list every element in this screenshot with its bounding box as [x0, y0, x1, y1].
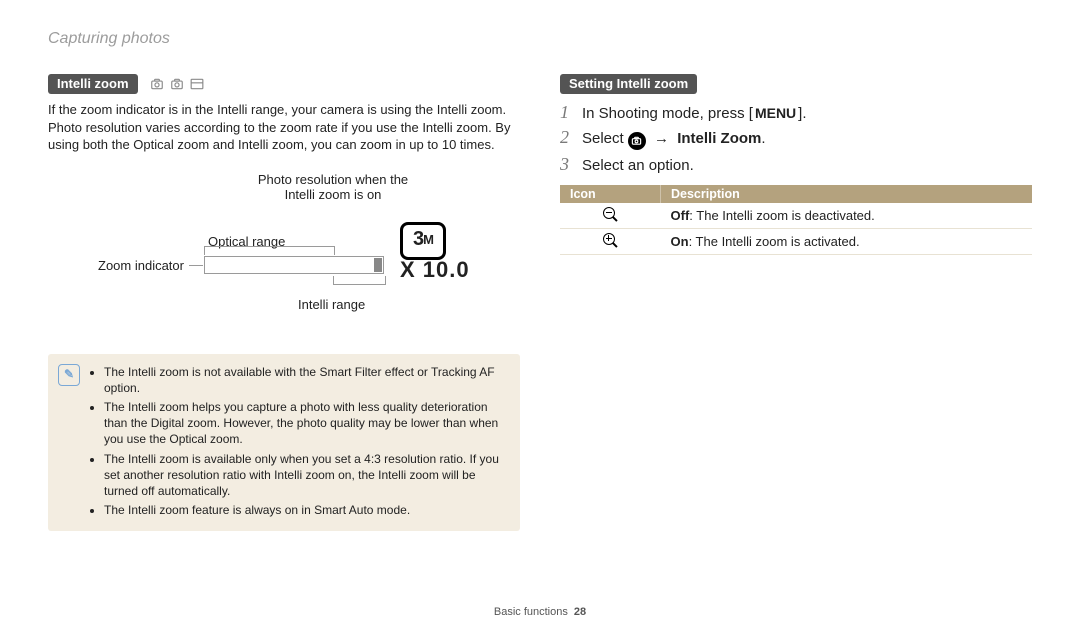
- step-number: 3: [560, 154, 582, 175]
- mode-icons: [150, 77, 204, 96]
- zoom-indicator-diagram: Photo resolution when the Intelli zoom i…: [48, 172, 520, 342]
- manual-page: Capturing photos Intelli zoom If: [0, 0, 1080, 630]
- step-3: 3 Select an option.: [560, 154, 1032, 175]
- camera-menu-icon: [628, 132, 646, 150]
- page-number: 28: [574, 606, 586, 618]
- zoom-indicator-label: Zoom indicator: [98, 258, 184, 273]
- zoom-bar-fill: [374, 258, 382, 272]
- left-column: Intelli zoom If the zoom indicator is in…: [48, 74, 520, 531]
- note-badge-icon: ✎: [58, 364, 80, 386]
- table-row: On: The Intelli zoom is activated.: [560, 228, 1032, 254]
- step-number: 1: [560, 102, 582, 123]
- zoom-bar: [204, 256, 384, 274]
- note-item: The Intelli zoom is available only when …: [104, 451, 508, 500]
- breadcrumb: Capturing photos: [48, 30, 1032, 48]
- option-icon-on: [560, 228, 661, 254]
- note-box: ✎ The Intelli zoom is not available with…: [48, 354, 520, 532]
- two-column-layout: Intelli zoom If the zoom indicator is in…: [48, 74, 1032, 531]
- option-icon-off: [560, 203, 661, 229]
- steps-list: 1 In Shooting mode, press [MENU]. 2 Sele…: [560, 102, 1032, 175]
- step-2: 2 Select → Intelli Zoom.: [560, 127, 1032, 150]
- menu-button-label: MENU: [753, 105, 798, 121]
- note-item: The Intelli zoom feature is always on in…: [104, 502, 508, 518]
- step-3-text: Select an option.: [582, 157, 694, 174]
- page-footer: Basic functions 28: [0, 606, 1080, 618]
- magnifier-off-icon: [603, 207, 617, 221]
- section-header-row: Intelli zoom: [48, 74, 520, 98]
- resolution-badge-3m: 3M: [400, 222, 446, 260]
- photo-resolution-label: Photo resolution when the Intelli zoom i…: [248, 172, 418, 203]
- table-row: Off: The Intelli zoom is deactivated.: [560, 203, 1032, 229]
- camera-mode-icon: [150, 77, 164, 96]
- note-icon: ✎: [58, 364, 82, 522]
- step-number: 2: [560, 127, 582, 148]
- step-1-text: In Shooting mode, press [MENU].: [582, 105, 807, 122]
- step-1: 1 In Shooting mode, press [MENU].: [560, 102, 1032, 123]
- footer-section: Basic functions: [494, 606, 568, 618]
- zoom-indicator-leader: [189, 265, 203, 266]
- intelli-zoom-description: If the zoom indicator is in the Intelli …: [48, 101, 520, 154]
- section-pill-intelli-zoom: Intelli zoom: [48, 74, 138, 94]
- intelli-range-bracket: [333, 276, 386, 285]
- step-2-text: Select → Intelli Zoom.: [582, 130, 766, 150]
- note-item: The Intelli zoom helps you capture a pho…: [104, 399, 508, 448]
- table-header-description: Description: [661, 185, 1033, 203]
- camera-p-mode-icon: [170, 77, 184, 96]
- right-column: Setting Intelli zoom 1 In Shooting mode,…: [560, 74, 1032, 531]
- option-desc-on: On: The Intelli zoom is activated.: [661, 228, 1033, 254]
- intelli-range-label: Intelli range: [298, 297, 365, 312]
- note-item: The Intelli zoom is not available with t…: [104, 364, 508, 396]
- scene-mode-icon: [190, 77, 204, 96]
- table-header-icon: Icon: [560, 185, 661, 203]
- zoom-value-readout: X 10.0: [400, 257, 470, 283]
- option-desc-off: Off: The Intelli zoom is deactivated.: [661, 203, 1033, 229]
- magnifier-on-icon: [603, 233, 617, 247]
- options-table: Icon Description Off: The Intelli zoom i…: [560, 185, 1032, 255]
- note-list: The Intelli zoom is not available with t…: [88, 364, 508, 522]
- optical-range-bracket: [204, 246, 335, 255]
- menu-path-intelli-zoom: Intelli Zoom: [677, 130, 761, 147]
- section-pill-setting-intelli-zoom: Setting Intelli zoom: [560, 74, 697, 94]
